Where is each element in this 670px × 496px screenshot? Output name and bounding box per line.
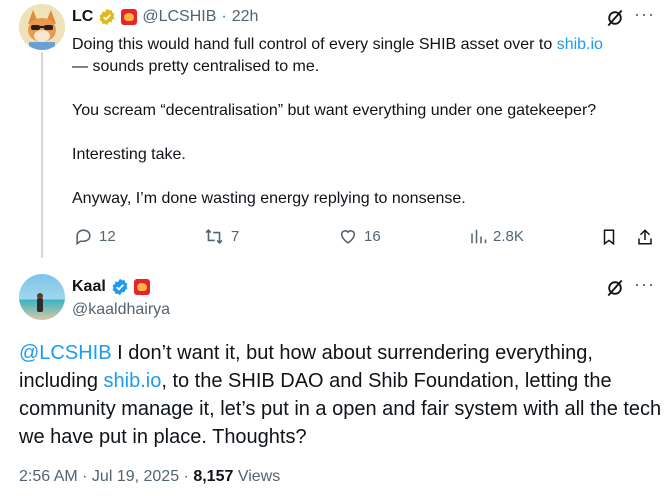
tweet2-meta: 2:56 AM · Jul 19, 2025 · 8,157 Views (19, 466, 280, 488)
shib-link[interactable]: shib.io (104, 370, 162, 392)
shib-affiliate-badge[interactable] (133, 279, 150, 295)
like-button[interactable]: 16 (338, 227, 381, 246)
tweet2-header: Kaal (72, 276, 150, 298)
grok-icon[interactable] (604, 277, 626, 299)
tweet2-line-3: community manage it, let’s put in a open… (19, 398, 662, 420)
tweet1-line-3: You scream “decentralisation” but want e… (72, 102, 597, 119)
verified-blue-icon (111, 278, 129, 296)
verified-gold-icon (98, 8, 116, 26)
tweet2-line-4: we have put in place. Thoughts? (19, 426, 307, 448)
reply-icon (76, 229, 91, 246)
tweet1-header: LC @LCSHIB · 22h (72, 6, 258, 28)
shib-affiliate-badge[interactable] (121, 9, 138, 25)
repost-icon (205, 229, 223, 244)
repost-button[interactable]: 7 (203, 227, 239, 246)
tweet1-line-1: Doing this would hand full control of ev… (72, 36, 603, 53)
heart-icon (340, 230, 356, 244)
bookmark-icon[interactable] (600, 227, 618, 247)
tweet1-body: Doing this would hand full control of ev… (72, 34, 662, 210)
grok-icon[interactable] (604, 7, 626, 29)
tweet2-body: @LCSHIB I don’t want it, but how about s… (19, 339, 669, 451)
views-count: 2.8K (493, 228, 524, 245)
mention-link[interactable]: @LCSHIB (19, 342, 112, 364)
repost-count: 7 (231, 228, 240, 245)
more-options-icon[interactable]: ··· (634, 4, 655, 25)
tweet2-line-1: @LCSHIB I don’t want it, but how about s… (19, 342, 593, 364)
tweet2-line-2: including shib.io, to the SHIB DAO and S… (19, 370, 612, 392)
handle[interactable]: @LCSHIB (142, 6, 216, 28)
thread-line (41, 52, 43, 258)
lc-avatar[interactable] (19, 4, 65, 50)
tweet-time[interactable]: 22h (232, 6, 259, 28)
tweet1-line-2: — sounds pretty centralised to me. (72, 58, 320, 75)
handle[interactable]: @kaaldhairya (72, 299, 170, 321)
kaal-avatar[interactable] (19, 274, 65, 320)
separator: · (221, 8, 227, 25)
tweet1-line-4: Interesting take. (72, 146, 186, 163)
reply-button[interactable]: 12 (74, 227, 116, 246)
shib-link[interactable]: shib.io (557, 36, 603, 53)
timestamp[interactable]: 2:56 AM · Jul 19, 2025 · (19, 468, 193, 485)
analytics-icon (471, 229, 487, 244)
display-name[interactable]: LC (72, 8, 93, 26)
more-options-icon[interactable]: ··· (634, 274, 655, 295)
display-name[interactable]: Kaal (72, 278, 106, 296)
views-button[interactable]: 2.8K (469, 227, 524, 246)
reply-count: 12 (99, 228, 116, 245)
views-label: Views (233, 468, 281, 485)
views-count: 8,157 (193, 468, 234, 485)
tweet1-line-5: Anyway, I’m done wasting energy replying… (72, 190, 466, 207)
like-count: 16 (364, 228, 381, 245)
share-icon[interactable] (636, 227, 654, 247)
